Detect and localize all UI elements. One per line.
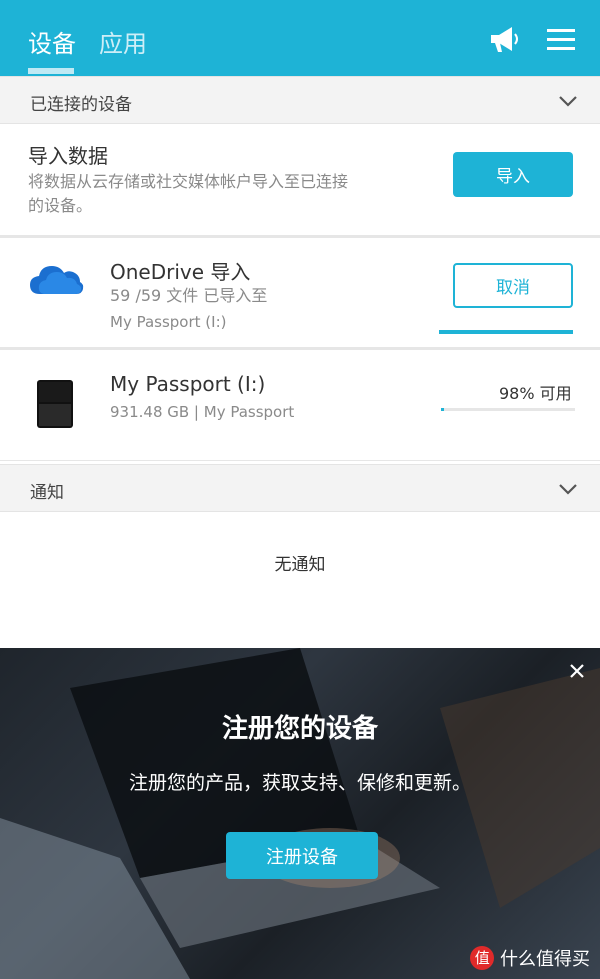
import-data-description-line2: 的设备。 (28, 196, 93, 215)
import-data-title: 导入数据 (28, 144, 108, 168)
watermark-badge: 值 (470, 946, 495, 970)
close-icon[interactable] (566, 660, 588, 682)
drive-usage-fill (441, 408, 444, 411)
cancel-button[interactable]: 取消 (453, 263, 573, 308)
register-device-button[interactable]: 注册设备 (226, 832, 378, 879)
drive-title: My Passport (I:) (110, 372, 266, 396)
watermark-text: 什么值得买 (500, 949, 590, 970)
import-data-row: 导入数据 将数据从云存储或社交媒体帐户导入至已连接 的设备。 导入 (0, 124, 600, 236)
active-tab-indicator (28, 68, 74, 74)
watermark: 值 什么值得买 (470, 945, 590, 971)
onedrive-import-progress-fill (439, 330, 573, 334)
menu-icon[interactable] (544, 22, 578, 56)
connected-devices-label: 已连接的设备 (30, 95, 132, 115)
onedrive-import-title: OneDrive 导入 (110, 260, 251, 284)
drive-details: 931.48 GB | My Passport (110, 403, 295, 421)
chevron-down-icon[interactable] (558, 479, 578, 499)
no-notifications-text: 无通知 (274, 555, 326, 575)
notifications-label: 通知 (30, 483, 64, 503)
onedrive-import-row: OneDrive 导入 59 /59 文件 已导入至 My Passport (… (0, 236, 600, 348)
banner-title: 注册您的设备 (221, 714, 378, 744)
tab-devices[interactable]: 设备 (28, 24, 76, 59)
onedrive-import-progress (439, 330, 573, 334)
tab-apps[interactable]: 应用 (99, 24, 147, 59)
onedrive-cloud-icon (30, 266, 84, 294)
import-button[interactable]: 导入 (453, 152, 573, 197)
notifications-header[interactable]: 通知 (0, 464, 600, 512)
drive-row[interactable]: My Passport (I:) 931.48 GB | My Passport… (0, 348, 600, 461)
connected-devices-header[interactable]: 已连接的设备 (0, 76, 600, 124)
notifications-body: 无通知 (0, 512, 600, 648)
chevron-down-icon[interactable] (558, 91, 578, 111)
onedrive-import-status: 59 /59 文件 已导入至 (110, 286, 268, 305)
drive-usage-bar (441, 408, 575, 411)
laptop-background-image (0, 648, 600, 979)
onedrive-import-destination: My Passport (I:) (110, 313, 227, 331)
hard-drive-icon (37, 380, 73, 428)
register-banner: 注册您的设备 注册您的产品，获取支持、保修和更新。 注册设备 值 什么值得买 (0, 648, 600, 979)
import-data-description-line1: 将数据从云存储或社交媒体帐户导入至已连接 (28, 172, 349, 191)
megaphone-icon[interactable] (486, 22, 520, 56)
banner-subtitle: 注册您的产品，获取支持、保修和更新。 (128, 772, 471, 794)
app-header: 设备 应用 (0, 0, 600, 76)
drive-available-label: 98% 可用 (499, 384, 572, 403)
